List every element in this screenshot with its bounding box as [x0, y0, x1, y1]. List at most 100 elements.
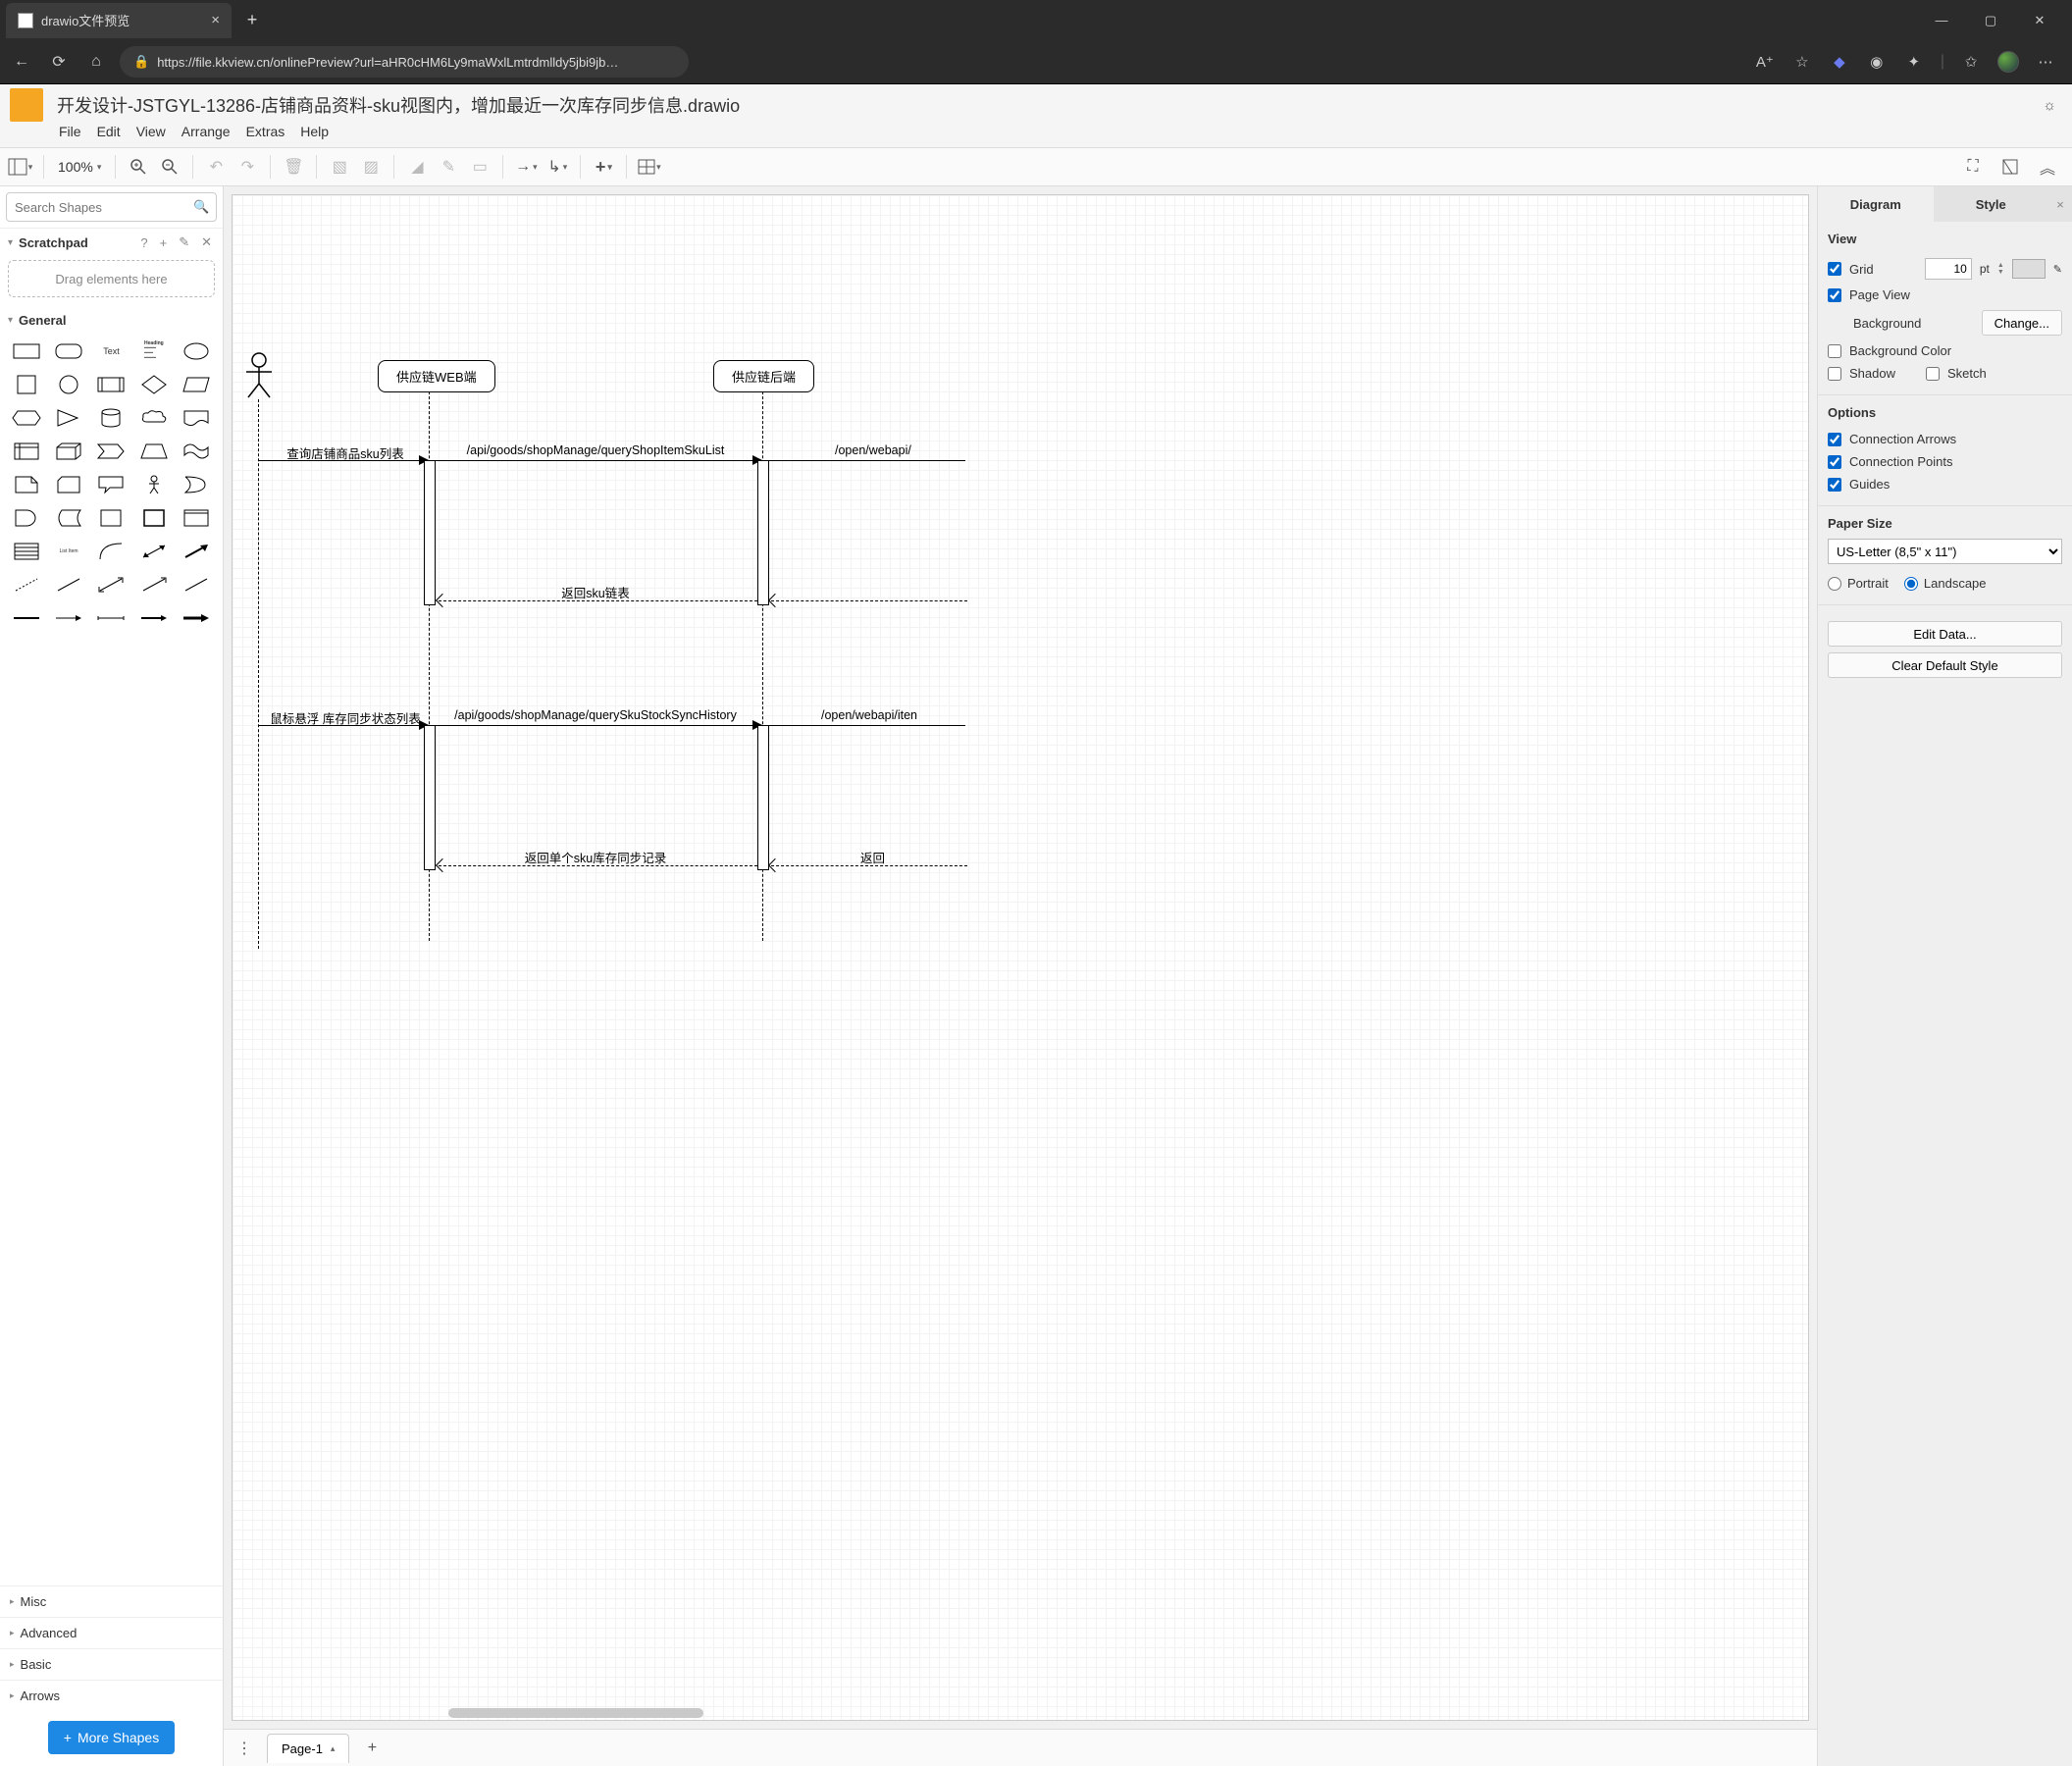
shape-container-double[interactable]	[179, 504, 215, 532]
shape-card[interactable]	[50, 471, 86, 498]
connection-button[interactable]: →▾	[511, 153, 541, 181]
shape-edge3[interactable]	[93, 604, 130, 632]
menu-help[interactable]: Help	[300, 124, 329, 139]
collapse-button[interactable]: ︽	[2033, 153, 2062, 181]
zoom-out-button[interactable]	[155, 153, 184, 181]
minimize-button[interactable]: —	[1919, 5, 1964, 36]
shape-cube[interactable]	[50, 438, 86, 465]
shape-dir-thin[interactable]	[135, 571, 172, 598]
shape-or[interactable]	[179, 471, 215, 498]
category-misc[interactable]: ▸Misc	[0, 1585, 223, 1617]
page-tab-1[interactable]: Page-1▴	[267, 1734, 349, 1763]
color-picker-icon[interactable]: ✎	[2053, 263, 2062, 276]
conn-arrows-checkbox[interactable]	[1828, 433, 1841, 446]
menu-icon[interactable]: ⋯	[2035, 51, 2056, 73]
bg-color-checkbox[interactable]	[1828, 344, 1841, 358]
shape-dashed-line[interactable]	[8, 571, 44, 598]
more-shapes-button[interactable]: +More Shapes	[48, 1721, 175, 1754]
shape-diamond[interactable]	[135, 371, 172, 398]
menu-edit[interactable]: Edit	[97, 124, 121, 139]
shape-triangle[interactable]	[50, 404, 86, 432]
shape-line[interactable]	[50, 571, 86, 598]
zoom-in-button[interactable]	[124, 153, 153, 181]
shape-document[interactable]	[179, 404, 215, 432]
tab-style[interactable]: Style	[1934, 186, 2049, 222]
page-view-checkbox[interactable]	[1828, 288, 1841, 302]
shape-list-item[interactable]: List Item	[50, 538, 86, 565]
shape-edge2[interactable]	[50, 604, 86, 632]
delete-button[interactable]: 🗑	[279, 153, 308, 181]
clear-style-button[interactable]: Clear Default Style	[1828, 652, 2062, 678]
shape-process[interactable]	[93, 371, 130, 398]
panel-close-icon[interactable]: ×	[2048, 186, 2072, 222]
to-back-button[interactable]: ▨	[356, 153, 386, 181]
address-bar[interactable]: 🔒 https://file.kkview.cn/onlinePreview?u…	[120, 46, 689, 78]
diagram-actor[interactable]	[244, 352, 274, 404]
scratchpad-dropzone[interactable]: Drag elements here	[8, 260, 215, 297]
edit-data-button[interactable]: Edit Data...	[1828, 621, 2062, 647]
line-color-button[interactable]: ✎	[434, 153, 463, 181]
favorites-bar-icon[interactable]: ✩	[1960, 51, 1982, 73]
scratchpad-add-icon[interactable]: +	[157, 235, 171, 250]
shape-bidir-arrow[interactable]	[135, 538, 172, 565]
category-arrows[interactable]: ▸Arrows	[0, 1680, 223, 1711]
theme-icon[interactable]: ☼	[2037, 97, 2062, 114]
shape-rectangle[interactable]	[8, 338, 44, 365]
guides-checkbox[interactable]	[1828, 478, 1841, 492]
extension1-icon[interactable]: ◆	[1829, 51, 1850, 73]
shape-step[interactable]	[93, 438, 130, 465]
shape-cylinder[interactable]	[93, 404, 130, 432]
table-button[interactable]: ▾	[635, 153, 664, 181]
insert-button[interactable]: +▾	[589, 153, 618, 181]
shape-list[interactable]	[8, 538, 44, 565]
favorite-icon[interactable]: ☆	[1791, 51, 1813, 73]
canvas-h-scrollbar[interactable]	[448, 1708, 703, 1718]
zoom-selector[interactable]: 100%▾	[52, 159, 107, 175]
pages-menu-button[interactable]: ⋮	[230, 1735, 259, 1762]
shape-edge5[interactable]	[179, 604, 215, 632]
sidebar-toggle-button[interactable]: ▾	[6, 153, 35, 181]
shape-edge1[interactable]	[8, 604, 44, 632]
menu-view[interactable]: View	[136, 124, 166, 139]
landscape-radio[interactable]	[1904, 577, 1918, 591]
category-advanced[interactable]: ▸Advanced	[0, 1617, 223, 1648]
grid-color-swatch[interactable]	[2012, 259, 2046, 279]
shape-container-small[interactable]	[93, 504, 130, 532]
back-button[interactable]: ←	[8, 48, 35, 76]
shape-and[interactable]	[8, 504, 44, 532]
shape-trapezoid[interactable]	[135, 438, 172, 465]
shadow-button[interactable]: ▭	[465, 153, 494, 181]
new-tab-button[interactable]: +	[237, 6, 267, 35]
scratchpad-help-icon[interactable]: ?	[137, 235, 150, 250]
to-front-button[interactable]: ▧	[325, 153, 354, 181]
shape-rounded-rectangle[interactable]	[50, 338, 86, 365]
menu-file[interactable]: File	[59, 124, 81, 139]
maximize-button[interactable]: ▢	[1968, 5, 2013, 36]
grid-size-input[interactable]	[1925, 258, 1972, 280]
menu-extras[interactable]: Extras	[246, 124, 285, 139]
category-basic[interactable]: ▸Basic	[0, 1648, 223, 1680]
refresh-button[interactable]: ⟳	[45, 48, 73, 76]
add-page-button[interactable]: +	[357, 1735, 387, 1762]
extensions-icon[interactable]: ✦	[1903, 51, 1925, 73]
shape-ellipse[interactable]	[179, 338, 215, 365]
sketch-checkbox[interactable]	[1926, 367, 1940, 381]
shape-callout[interactable]	[93, 471, 130, 498]
fill-color-button[interactable]: ◢	[402, 153, 432, 181]
scratchpad-close-icon[interactable]: ✕	[198, 234, 215, 250]
shape-edge4[interactable]	[135, 604, 172, 632]
shape-circle[interactable]	[50, 371, 86, 398]
browser-tab[interactable]: drawio文件预览 ×	[6, 3, 232, 38]
shape-note[interactable]	[8, 471, 44, 498]
canvas[interactable]: 供应链WEB端 供应链后端 查询店铺商品sku列表 /api/goods/sho…	[232, 194, 1809, 1721]
waypoints-button[interactable]: ↳▾	[543, 153, 572, 181]
shape-actor[interactable]	[135, 471, 172, 498]
shape-curve[interactable]	[93, 538, 130, 565]
fullscreen-button[interactable]: ⛶	[1958, 153, 1988, 181]
shape-internal-storage[interactable]	[8, 438, 44, 465]
close-window-button[interactable]: ✕	[2017, 5, 2062, 36]
portrait-radio[interactable]	[1828, 577, 1841, 591]
close-icon[interactable]: ×	[211, 12, 220, 28]
shape-cloud[interactable]	[135, 404, 172, 432]
general-section-label[interactable]: General	[19, 313, 66, 328]
